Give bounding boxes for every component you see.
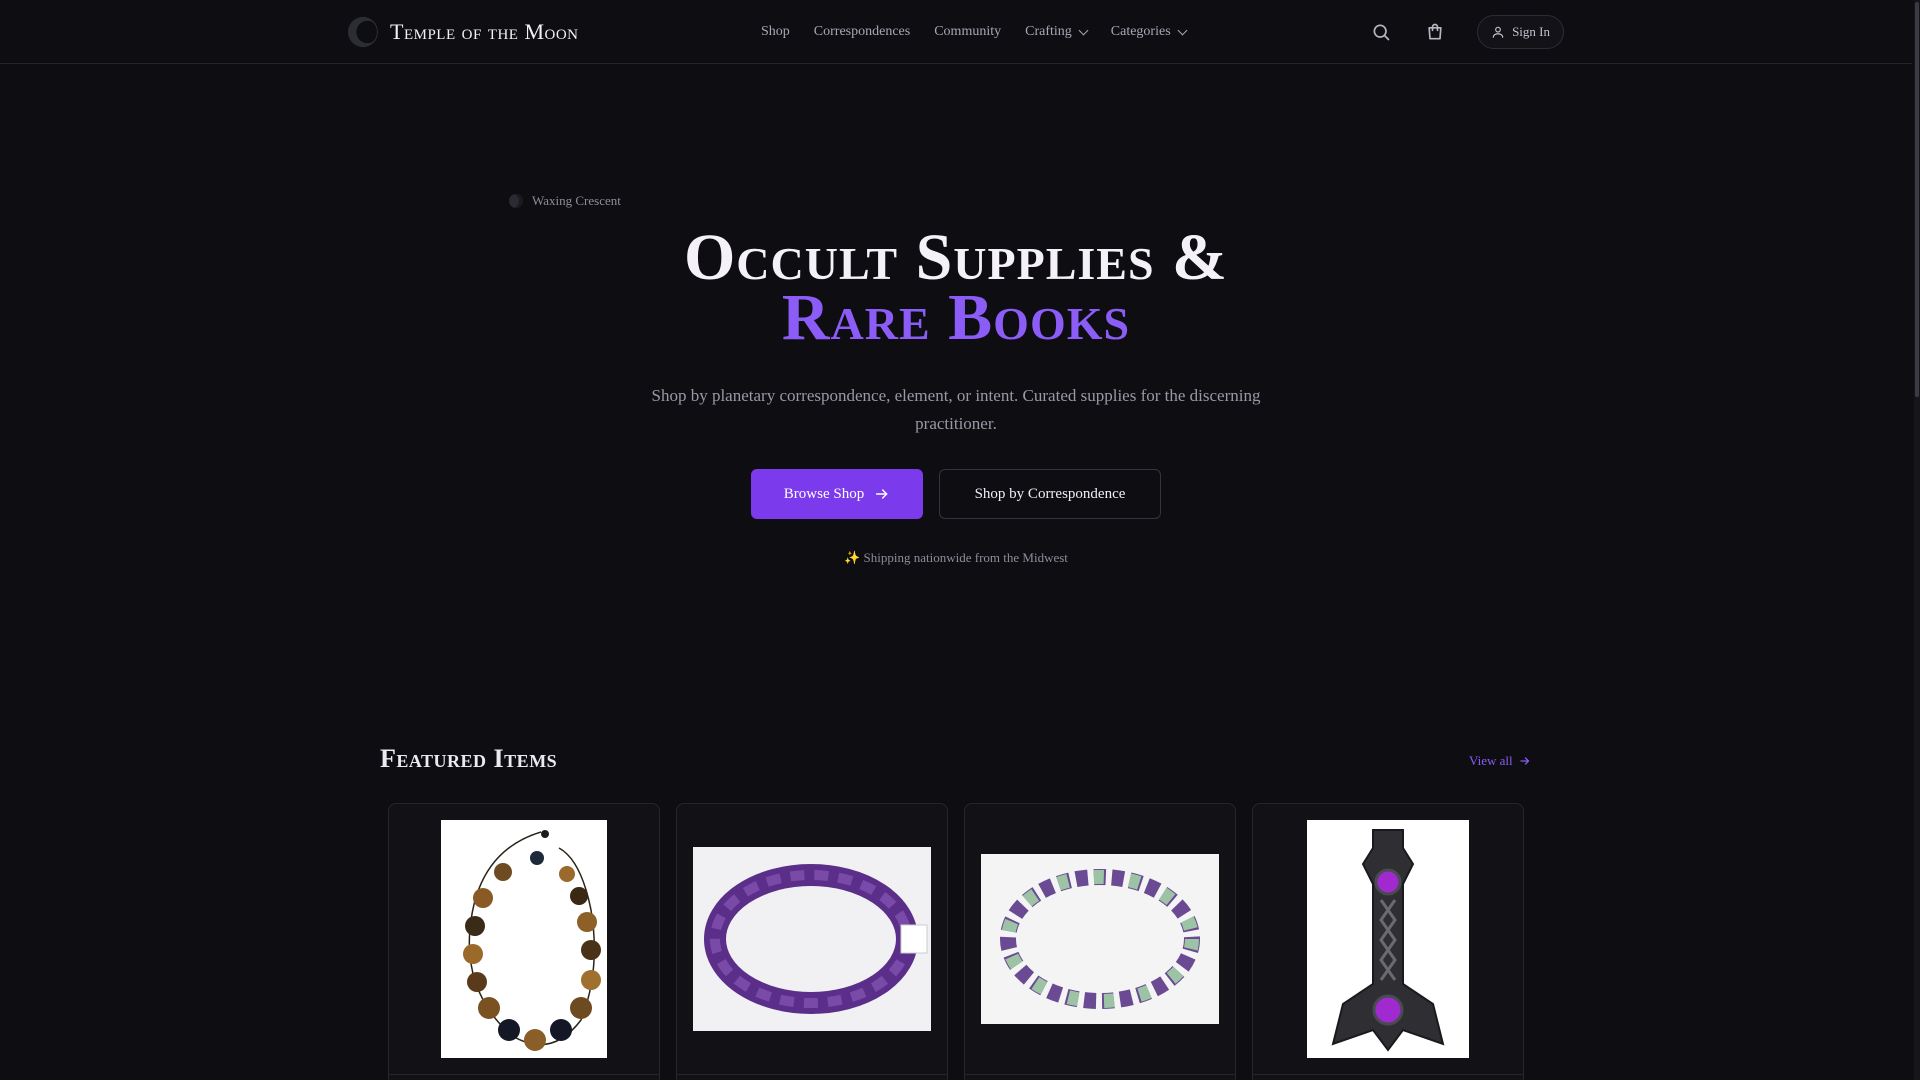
nav-item-crafting[interactable]: Crafting	[1025, 24, 1089, 40]
arrow-right-icon	[1520, 757, 1529, 765]
amethyst-aventurine-bracelet-image	[981, 854, 1219, 1024]
nav-item-label: Categories	[1110, 24, 1171, 39]
browse-shop-label: Browse Shop	[783, 485, 865, 502]
shop-by-correspondence-button[interactable]: Shop by Correspondence	[939, 469, 1161, 519]
scrollbar-thumb[interactable]	[1915, 2, 1919, 397]
moon-logo-icon	[348, 17, 378, 47]
brand-name: Temple of the Moon	[390, 19, 579, 44]
shop-by-correspondence-label: Shop by Correspondence	[974, 485, 1126, 502]
chevron-down-icon	[1078, 25, 1089, 35]
hero-title: Occult Supplies & Rare Books	[0, 221, 1912, 354]
page-scrollbar[interactable]	[1914, 0, 1920, 1080]
amethyst-tumbled-bracelet-image	[693, 847, 931, 1031]
card-divider	[965, 1074, 1235, 1075]
search-button[interactable]	[1369, 20, 1393, 44]
shopping-bag-icon	[1428, 23, 1442, 40]
main-nav: Shop Correspondences Community Crafting …	[761, 0, 1188, 64]
nav-item-label: Shop	[761, 24, 790, 39]
brand-link[interactable]: Temple of the Moon	[348, 17, 579, 47]
product-card[interactable]	[1252, 803, 1524, 1080]
hero-title-line2: Rare Books	[781, 281, 1131, 354]
shipping-note: ✨ Shipping nationwide from the Midwest	[0, 550, 1912, 566]
user-icon	[1492, 26, 1504, 38]
nav-item-categories[interactable]: Categories	[1110, 24, 1188, 40]
featured-items-grid	[388, 803, 1524, 1080]
hero-title-line1: Occult Supplies &	[683, 221, 1229, 294]
nav-item-label: Community	[934, 24, 1002, 39]
shipping-note-text: Shipping nationwide from the Midwest	[863, 550, 1068, 565]
featured-title: Featured Items	[380, 744, 558, 773]
site-header: Temple of the Moon Shop Correspondences …	[0, 0, 1912, 64]
nav-item-community[interactable]: Community	[934, 24, 1001, 40]
product-card[interactable]	[388, 803, 660, 1080]
nav-item-label: Correspondences	[813, 24, 911, 39]
view-all-label: View all	[1469, 753, 1513, 768]
header-actions: Sign In	[1369, 14, 1564, 50]
hero-subtitle: Shop by planetary correspondence, elemen…	[651, 386, 1261, 433]
cart-button[interactable]	[1423, 20, 1447, 44]
nav-item-shop[interactable]: Shop	[761, 24, 790, 40]
thors-hammer-pendant-image	[1307, 820, 1469, 1058]
moon-phase-indicator: Waxing Crescent	[509, 193, 621, 209]
product-card[interactable]	[964, 803, 1236, 1080]
browse-shop-button[interactable]: Browse Shop	[751, 469, 923, 519]
nav-item-correspondences[interactable]: Correspondences	[814, 24, 910, 40]
card-divider	[1253, 1074, 1523, 1075]
moon-phase-icon	[509, 194, 523, 208]
search-icon	[1373, 24, 1390, 41]
sparkles-icon: ✨	[844, 550, 861, 565]
product-card[interactable]	[676, 803, 948, 1080]
sign-in-label: Sign In	[1512, 24, 1550, 39]
nav-item-label: Crafting	[1025, 24, 1072, 39]
chevron-down-icon	[1177, 25, 1188, 35]
moon-phase-label: Waxing Crescent	[532, 193, 621, 208]
sign-in-button[interactable]: Sign In	[1477, 15, 1564, 49]
tiger-eye-bead-bracelet-image	[441, 820, 607, 1058]
card-divider	[389, 1074, 659, 1075]
arrow-right-icon	[876, 489, 888, 499]
view-all-link[interactable]: View all	[1469, 753, 1531, 769]
card-divider	[677, 1074, 947, 1075]
